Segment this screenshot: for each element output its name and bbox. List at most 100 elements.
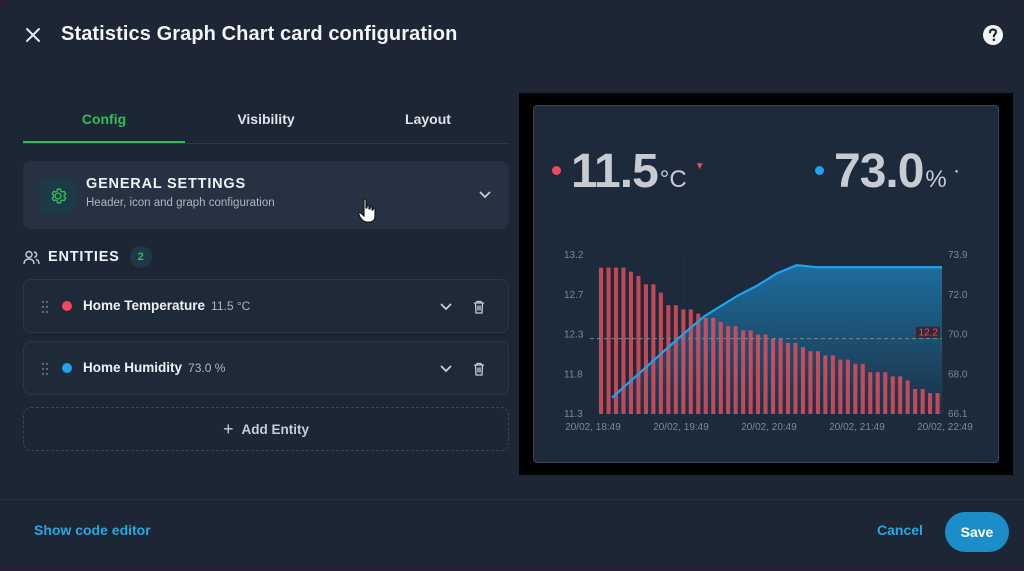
config-dialog: Statistics Graph Chart card configuratio…: [0, 0, 1024, 568]
add-entity-label: Add Entity: [241, 421, 310, 437]
dialog-header: Statistics Graph Chart card configuratio…: [0, 0, 1024, 72]
temperature-bar: [800, 347, 805, 414]
temperature-bar: [748, 330, 753, 414]
chevron-down-icon: [479, 191, 491, 199]
dialog-title: Statistics Graph Chart card configuratio…: [61, 23, 458, 45]
temperature-bar: [830, 355, 835, 414]
entity-label: Home Temperature 11.5 °C: [83, 298, 250, 313]
entity-expand-button[interactable]: [436, 297, 456, 317]
temperature-bar: [666, 305, 671, 414]
add-entity-button[interactable]: + Add Entity: [23, 407, 509, 451]
gear-icon: [51, 188, 67, 204]
temperature-bar: [726, 326, 731, 414]
temperature-bar: [673, 305, 678, 414]
y-left-tick-label: 12.3: [564, 330, 584, 341]
trash-icon: [474, 300, 484, 314]
statistics-chart: 12.2 13.2 12.7 12.3 11.8 11.3 73.9 72.0 70.0 68.0…: [564, 250, 973, 433]
tab-layout[interactable]: Layout: [347, 95, 509, 143]
close-button[interactable]: [18, 20, 48, 50]
entity-row[interactable]: Home Humidity 73.0 %: [23, 341, 509, 395]
drag-handle-icon[interactable]: [40, 299, 50, 315]
tab-visibility[interactable]: Visibility: [185, 95, 347, 143]
temperature-bar: [838, 359, 843, 414]
y-right-tick-label: 72.0: [948, 290, 968, 301]
temperature-bar: [718, 321, 723, 414]
temperature-bar: [703, 317, 708, 414]
temperature-bar: [935, 393, 940, 414]
entities-count-badge: 2: [129, 246, 152, 268]
temperature-bar: [815, 351, 820, 414]
temperature-bar: [845, 359, 850, 414]
temperature-bar: [853, 363, 858, 414]
temperature-bar: [621, 267, 626, 414]
show-code-editor-button[interactable]: Show code editor: [34, 522, 151, 538]
general-settings-panel[interactable]: GENERAL SETTINGS Header, icon and graph …: [23, 161, 509, 229]
temperature-bar: [733, 326, 738, 414]
temperature-bar: [883, 372, 888, 414]
statistics-graph-card-preview: 11.5 °C ▼ 73.0 % ● 12.2 13.2 12.7 12.3 11.8 1…: [533, 105, 999, 463]
entities-header: ENTITIES 2: [23, 245, 152, 269]
hand-pointer-cursor-icon: [358, 198, 376, 223]
temperature-bar: [928, 393, 933, 414]
close-icon[interactable]: [25, 27, 41, 43]
drag-handle-icon[interactable]: [40, 361, 50, 377]
temperature-bar: [793, 342, 798, 414]
temperature-bar: [599, 267, 604, 414]
temperature-bar: [778, 338, 783, 414]
help-circle-icon[interactable]: [982, 24, 1004, 46]
temperature-bar: [786, 342, 791, 414]
chevron-down-icon: [440, 303, 452, 311]
temperature-bar: [920, 388, 925, 414]
temperature-bar: [606, 267, 611, 414]
temperature-bar: [756, 334, 761, 414]
general-settings-subtitle: Header, icon and graph configuration: [86, 197, 275, 209]
general-settings-title: GENERAL SETTINGS: [86, 176, 246, 192]
temperature-bar: [771, 338, 776, 414]
active-tab-indicator: [23, 141, 185, 143]
cancel-button[interactable]: Cancel: [877, 522, 923, 538]
entity-expand-button[interactable]: [436, 359, 456, 379]
entity-color-dot: [62, 363, 72, 373]
temperature-bar: [875, 372, 880, 414]
entities-title: ENTITIES: [48, 249, 120, 265]
y-left-tick-label: 12.7: [564, 290, 584, 301]
entity-state: 11.5 °C: [211, 299, 251, 313]
y-left-tick-label: 13.2: [564, 250, 584, 261]
temperature-bar: [688, 309, 693, 414]
y-right-tick-label: 70.0: [948, 330, 968, 341]
entity-name: Home Temperature: [83, 298, 206, 313]
help-button[interactable]: [980, 22, 1006, 48]
temperature-bar: [628, 271, 633, 414]
x-tick-label: 20/02, 18:49: [565, 422, 621, 433]
chevron-down-icon: [440, 365, 452, 373]
plus-icon: +: [222, 418, 234, 439]
tab-bar: Config Visibility Layout: [23, 95, 509, 145]
temperature-bar: [868, 372, 873, 414]
general-settings-icon-box: [40, 178, 76, 214]
entity-delete-button[interactable]: [469, 359, 489, 379]
threshold-label: 12.2: [919, 328, 939, 339]
tab-config[interactable]: Config: [23, 95, 185, 143]
entity-delete-button[interactable]: [469, 297, 489, 317]
y-right-tick-label: 73.9: [948, 250, 968, 261]
x-tick-label: 20/02, 20:49: [741, 422, 797, 433]
temperature-bar: [823, 355, 828, 414]
temperature-bar: [711, 317, 716, 414]
y-right-tick-label: 66.1: [948, 409, 968, 420]
temperature-bar: [651, 284, 656, 414]
tab-divider: [23, 143, 509, 144]
temperature-bar: [898, 376, 903, 414]
temperature-bar: [808, 351, 813, 414]
temperature-bar: [890, 376, 895, 414]
x-tick-label: 20/02, 19:49: [653, 422, 709, 433]
entity-name: Home Humidity: [83, 360, 183, 375]
general-settings-expand[interactable]: [475, 185, 495, 205]
trash-icon: [474, 362, 484, 376]
entity-color-dot: [62, 301, 72, 311]
y-left-tick-label: 11.3: [564, 409, 583, 420]
entity-row[interactable]: Home Temperature 11.5 °C: [23, 279, 509, 333]
save-button[interactable]: Save: [945, 512, 1009, 552]
temperature-bar: [860, 363, 865, 414]
y-left-tick-label: 11.8: [564, 369, 583, 380]
entity-state: 73.0 %: [188, 361, 226, 375]
